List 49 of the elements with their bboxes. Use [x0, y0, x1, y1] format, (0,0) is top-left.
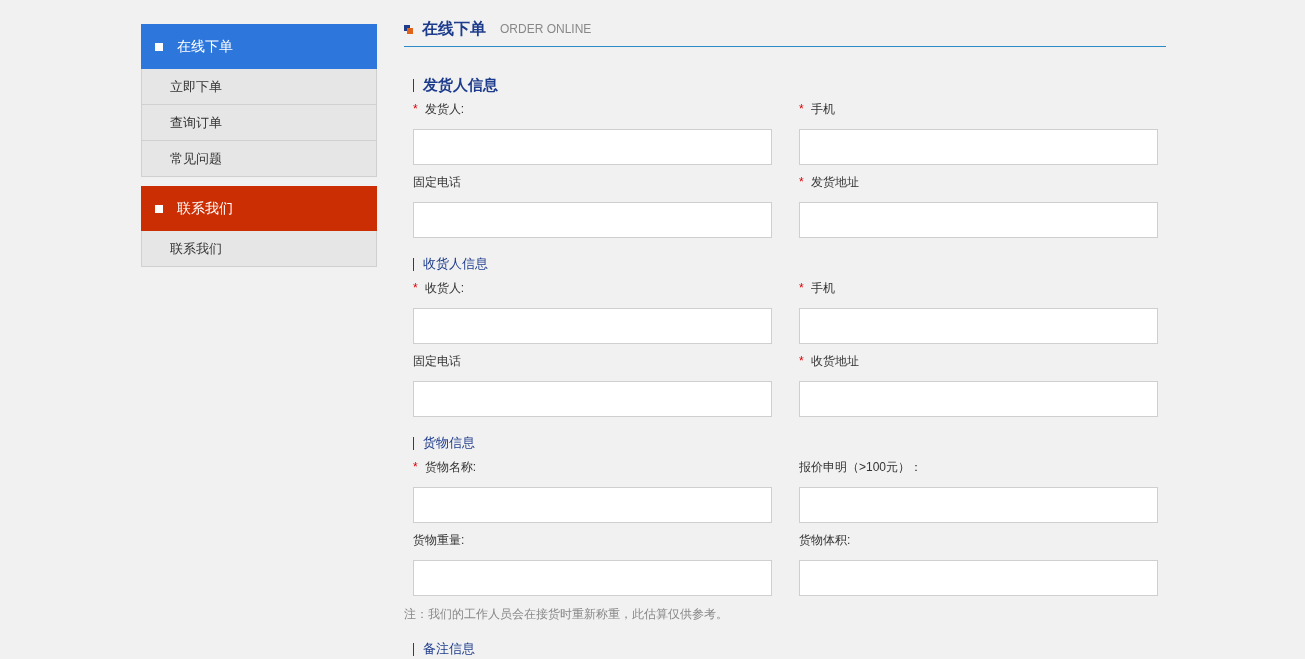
- input-field[interactable]: [413, 381, 772, 417]
- field-label: 固定电话: [413, 353, 461, 370]
- required-mark: *: [799, 101, 804, 118]
- field-label: 收货地址: [810, 353, 859, 370]
- field-label: 收货人:: [424, 280, 464, 297]
- input-field[interactable]: [413, 560, 772, 596]
- input-field[interactable]: [799, 308, 1158, 344]
- sidebar-item[interactable]: 立即下单: [141, 69, 377, 105]
- field-label: 报价申明（>100元）：: [799, 459, 923, 476]
- required-mark: *: [799, 280, 804, 297]
- required-mark: *: [413, 101, 418, 118]
- sidebar-header[interactable]: 联系我们: [141, 186, 377, 231]
- sidebar-item[interactable]: 联系我们: [141, 231, 377, 267]
- section-title: 货物信息: [423, 434, 475, 453]
- required-mark: *: [413, 459, 418, 476]
- squares-icon: [404, 24, 413, 34]
- page-subtitle: ORDER ONLINE: [500, 21, 592, 38]
- input-field[interactable]: [799, 560, 1158, 596]
- field-label: 货物名称:: [424, 459, 476, 476]
- required-mark: *: [799, 174, 804, 191]
- square-icon: [155, 204, 163, 213]
- page-title: 在线下单: [422, 19, 486, 39]
- note-text: 注：我们的工作人员会在接货时重新称重，此估算仅供参考。: [404, 606, 729, 623]
- input-field[interactable]: [799, 129, 1158, 165]
- field-label: 手机: [810, 101, 835, 118]
- section-title: 备注信息: [423, 640, 475, 659]
- sidebar-item[interactable]: 查询订单: [141, 105, 377, 141]
- field-label: 手机: [810, 280, 835, 297]
- input-field[interactable]: [413, 129, 772, 165]
- section-title: 发货人信息: [423, 74, 498, 95]
- input-field[interactable]: [799, 202, 1158, 238]
- sidebar-header-title: 在线下单: [177, 37, 233, 56]
- square-icon: [155, 42, 163, 51]
- sidebar-header[interactable]: 在线下单: [141, 24, 377, 69]
- field-label: 货物体积:: [799, 532, 851, 549]
- sidebar-header-title: 联系我们: [177, 199, 233, 218]
- required-mark: *: [799, 353, 804, 370]
- required-mark: *: [413, 280, 418, 297]
- field-label: 发货人:: [424, 101, 464, 118]
- sidebar-item[interactable]: 常见问题: [141, 141, 377, 177]
- input-field[interactable]: [799, 487, 1158, 523]
- input-field[interactable]: [413, 308, 772, 344]
- input-field[interactable]: [413, 202, 772, 238]
- field-label: 货物重量:: [413, 532, 465, 549]
- input-field[interactable]: [413, 487, 772, 523]
- input-field[interactable]: [799, 381, 1158, 417]
- field-label: 固定电话: [413, 174, 461, 191]
- field-label: 发货地址: [810, 174, 859, 191]
- section-title: 收货人信息: [423, 255, 488, 274]
